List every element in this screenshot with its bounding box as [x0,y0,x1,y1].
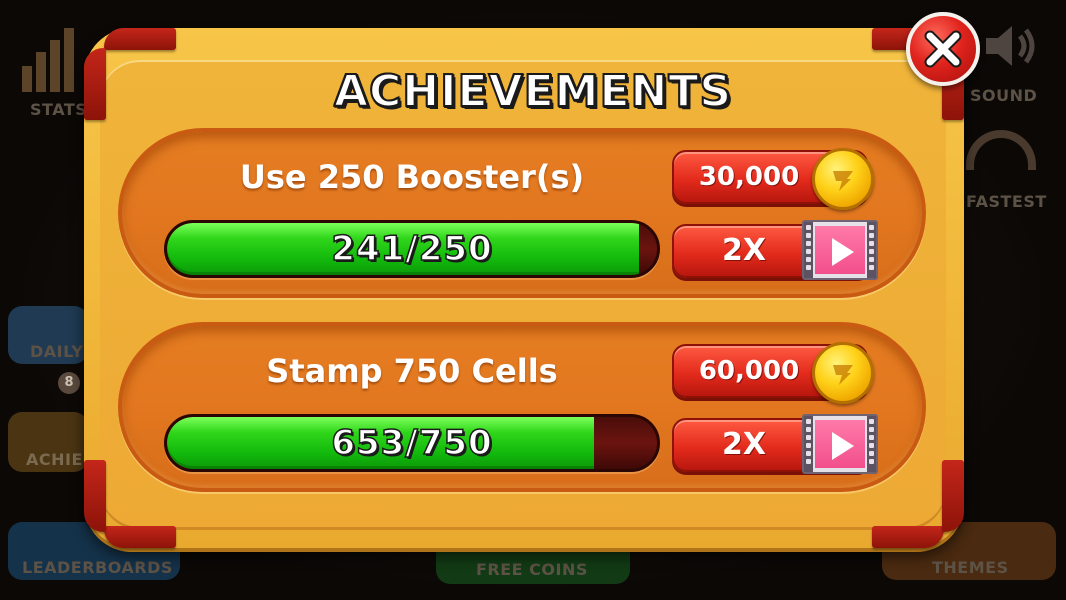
achievement-title: Stamp 750 Cells [266,352,558,390]
reward-amount: 60,000 [698,356,800,386]
multiplier-label: 2X [721,233,766,268]
reward-amount: 30,000 [698,162,800,192]
close-button[interactable] [906,12,980,86]
dialog-title: ACHIEVEMENTS [333,65,733,118]
bg-themes-label: THEMES [932,558,1009,577]
achievement-card: Stamp 750 Cells 653/750 60,000 2X [118,322,926,492]
coin-icon [812,148,874,210]
progress-text: 241/250 [331,228,493,270]
multiplier-label: 2X [721,427,766,462]
coin-icon [812,342,874,404]
bg-free-coins-label: FREE COINS [476,560,588,579]
bg-daily-label: DAILY [30,342,84,361]
corner-trim [872,460,964,548]
video-play-icon[interactable] [802,414,878,474]
achievement-progress-bar: 241/250 [164,220,660,278]
achievement-card: Use 250 Booster(s) 241/250 30,000 2X [118,128,926,298]
bg-leaderboards-label: LEADERBOARDS [22,558,173,577]
bg-fastest-label: FASTEST [966,192,1047,211]
achievement-progress-bar: 653/750 [164,414,660,472]
corner-trim [84,460,176,548]
fastest-icon [966,130,1036,170]
bg-achievements-badge: 8 [58,372,80,394]
video-play-icon[interactable] [802,220,878,280]
bg-achievements-label: ACHIE [26,450,83,469]
progress-text: 653/750 [331,422,493,464]
close-x-icon [924,30,962,68]
achievement-title: Use 250 Booster(s) [239,158,585,196]
